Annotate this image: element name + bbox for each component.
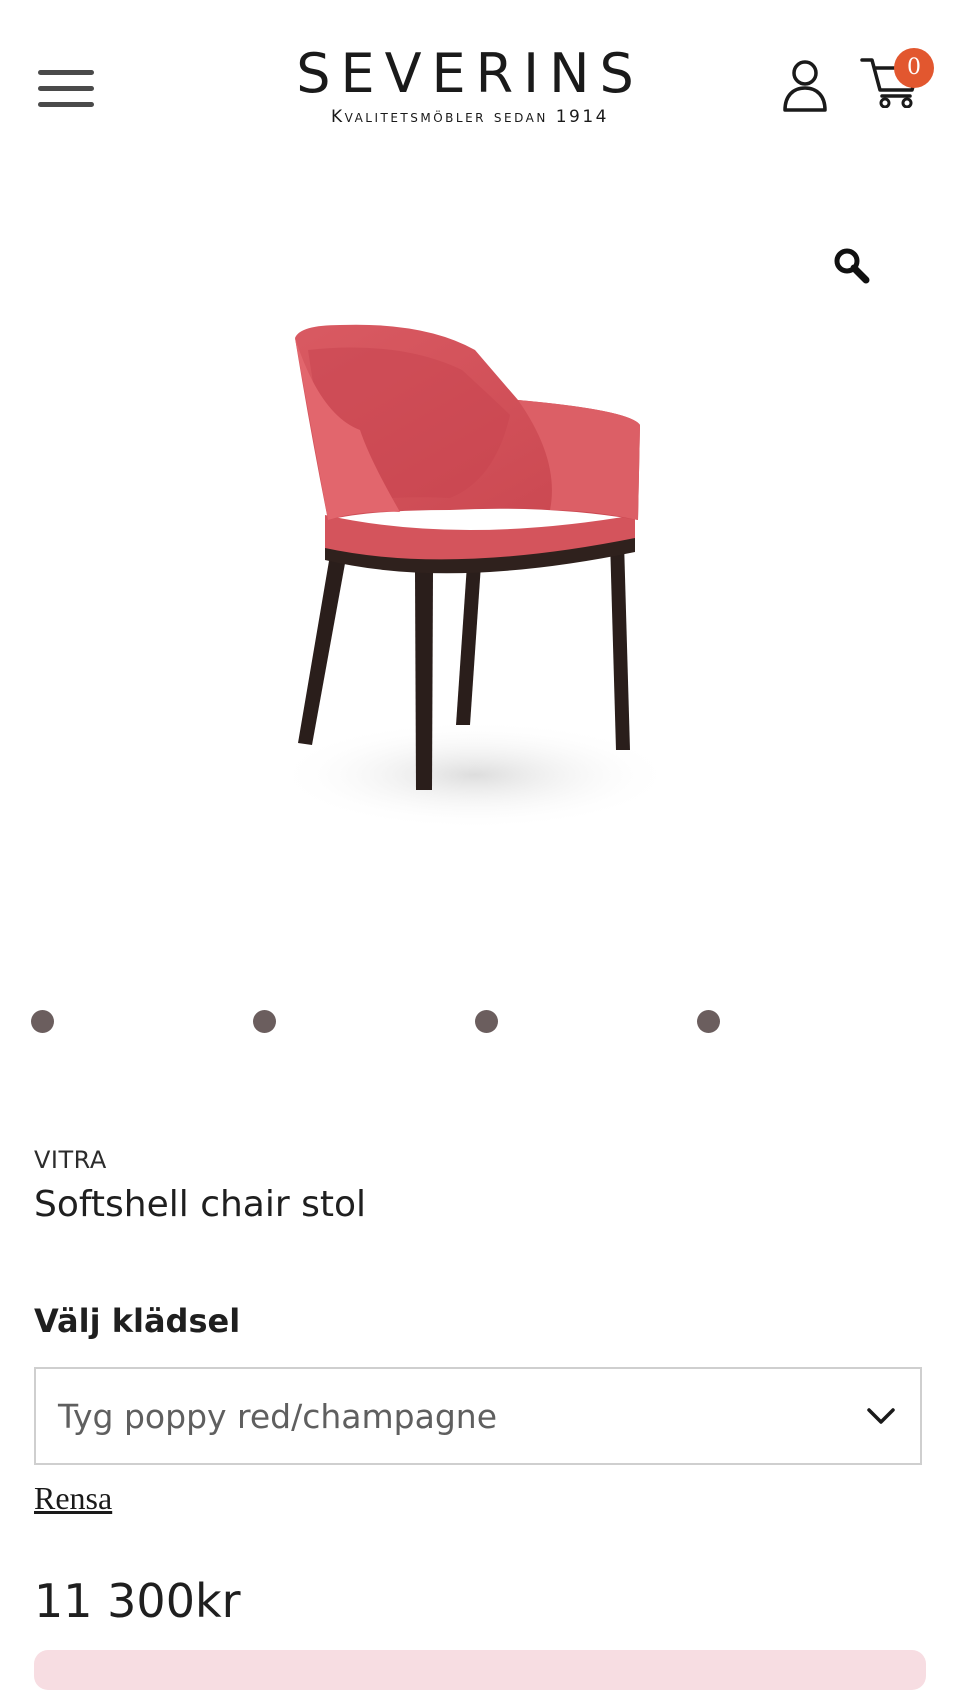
logo-name: SEVERINS [296,42,644,105]
carousel-dot[interactable] [253,1010,276,1033]
site-header: SEVERINS Kvalitetsmöbler sedan 1914 0 [0,0,960,170]
carousel-pagination [0,1010,960,1034]
user-icon[interactable] [780,58,830,114]
product-gallery[interactable] [0,190,960,990]
product-brand: VITRA [34,1146,107,1174]
zoom-icon-graphic [834,248,870,284]
menu-line [38,70,94,75]
cart-count-badge: 0 [894,48,934,88]
add-to-cart-button[interactable] [34,1650,926,1690]
upholstery-select[interactable]: Tyg poppy red/champagne [34,1367,922,1465]
upholstery-select-label: Välj klädsel [34,1302,241,1340]
menu-line [38,86,94,91]
carousel-dot[interactable] [697,1010,720,1033]
cart-button[interactable]: 0 [860,48,934,114]
menu-line [38,102,94,107]
product-price: 11 300kr [34,1574,241,1628]
clear-selection-link[interactable]: Rensa [34,1480,112,1517]
upholstery-select-value: Tyg poppy red/champagne [58,1397,498,1436]
carousel-dot[interactable] [31,1010,54,1033]
hamburger-menu-icon[interactable] [38,64,94,112]
carousel-dot[interactable] [475,1010,498,1033]
search-zoom-icon[interactable] [830,244,874,288]
product-title: Softshell chair stol [34,1184,367,1225]
logo-tagline: Kvalitetsmöbler sedan 1914 [330,107,609,127]
user-icon-graphic [783,60,827,112]
product-image[interactable] [250,320,710,900]
site-logo[interactable]: SEVERINS Kvalitetsmöbler sedan 1914 [240,44,700,128]
chevron-down-icon [867,1408,895,1424]
